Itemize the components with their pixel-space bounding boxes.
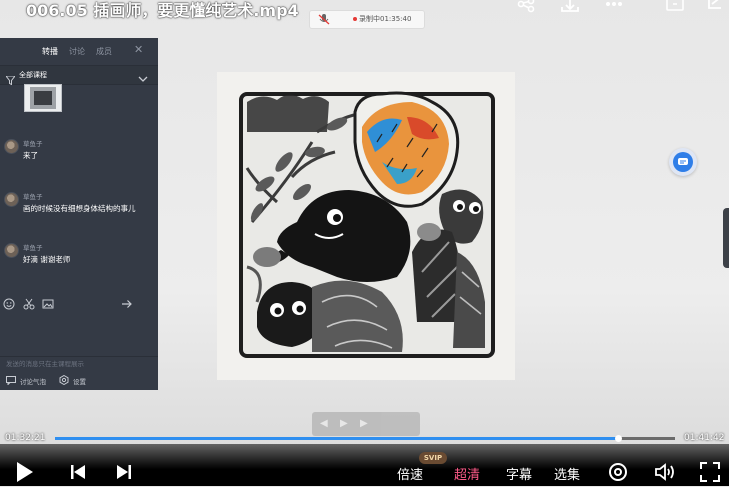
progress-bar[interactable] [55, 435, 675, 442]
subtitle-button[interactable]: 字幕 [506, 464, 532, 483]
message-text: 好滴 谢谢老师 [23, 255, 71, 264]
speed-button[interactable]: 倍速 [397, 464, 423, 483]
duration-time: 01:41:42 [684, 433, 725, 443]
mic-muted-icon[interactable] [318, 14, 330, 32]
settings-icon[interactable] [59, 374, 69, 387]
recording-time: 录制中01:35:40 [359, 15, 412, 23]
avatar[interactable] [4, 243, 19, 258]
current-time: 01:32:21 [5, 433, 46, 443]
prev-icon[interactable] [70, 464, 86, 484]
course-filter[interactable]: 全部课程 [0, 65, 158, 88]
chat-message: 草鱼子 来了 [0, 136, 158, 170]
chevron-down-icon[interactable] [138, 69, 148, 88]
volume-icon[interactable] [654, 462, 676, 486]
recording-dot [353, 17, 357, 21]
send-icon[interactable] [121, 295, 133, 308]
slide-play-icon[interactable]: ▶ [340, 418, 348, 429]
chat-toolbar [0, 291, 158, 311]
download-icon[interactable] [559, 0, 581, 16]
progress-fill [55, 437, 618, 440]
episodes-button[interactable]: 选集 [554, 464, 580, 483]
chat-message: 草鱼子 画的时候没有细想身体结构的事儿 [0, 189, 158, 223]
message-text: 画的时候没有细想身体结构的事儿 [23, 204, 136, 213]
image-icon[interactable] [42, 295, 54, 309]
svip-badge: SVIP [419, 452, 447, 464]
chat-message: 草鱼子 好滴 谢谢老师 [0, 240, 158, 274]
share-icon[interactable] [515, 0, 537, 16]
bubble-icon[interactable] [6, 376, 16, 387]
next-icon[interactable] [116, 464, 132, 484]
filter-icon [4, 70, 17, 89]
artwork-image [217, 72, 515, 380]
progress-handle[interactable] [614, 435, 622, 442]
close-icon[interactable]: ✕ [134, 43, 143, 56]
chat-tabs: 转播 讨论 成员 ✕ [0, 38, 158, 64]
side-panel-handle[interactable] [723, 208, 729, 268]
chat-panel: 转播 讨论 成员 ✕ 全部课程 草鱼子 来了 草鱼子 画的时候没有细想身体结构的… [0, 38, 158, 390]
quality-button[interactable]: 超清 [454, 464, 480, 483]
slide-navigation: ◀ ▶ ▶ [312, 412, 420, 436]
message-author: 草鱼子 [23, 244, 43, 252]
illustration-artwork [217, 72, 515, 380]
filter-label: 全部课程 [19, 71, 47, 79]
play-icon[interactable] [15, 461, 35, 487]
settings-button[interactable]: 设置 [73, 376, 86, 386]
recording-indicator: 录制中01:35:40 [309, 10, 425, 29]
more-icon[interactable] [603, 0, 625, 16]
shared-image-thumbnail[interactable] [24, 84, 62, 112]
fullscreen-icon[interactable] [700, 462, 720, 486]
tab-members[interactable]: 成员 [96, 46, 112, 57]
chat-input-hint[interactable]: 发送的消息只在主课程展示 [0, 356, 158, 370]
tab-broadcast[interactable]: 转播 [42, 46, 58, 57]
emoji-icon[interactable] [3, 295, 15, 310]
collapse-icon[interactable] [704, 0, 726, 16]
message-text: 来了 [23, 151, 38, 160]
video-title: 006.05 插画师，要更懂纯艺术.mp4 [26, 1, 299, 20]
scissors-icon[interactable] [23, 295, 35, 310]
fullscreen-window-icon[interactable] [664, 0, 686, 16]
chat-footer: 讨论气泡 设置 [0, 371, 158, 389]
avatar[interactable] [4, 192, 19, 207]
bubble-toggle[interactable]: 讨论气泡 [20, 376, 46, 386]
floating-chat-button[interactable] [669, 148, 697, 176]
message-author: 草鱼子 [23, 140, 43, 148]
message-author: 草鱼子 [23, 193, 43, 201]
tab-discussion[interactable]: 讨论 [69, 46, 85, 57]
slide-prev-icon[interactable]: ◀ [320, 418, 328, 429]
chat-bubble-icon [673, 152, 693, 172]
avatar[interactable] [4, 139, 19, 154]
danmaku-icon[interactable] [608, 462, 628, 486]
slide-next-icon[interactable]: ▶ [360, 418, 368, 429]
